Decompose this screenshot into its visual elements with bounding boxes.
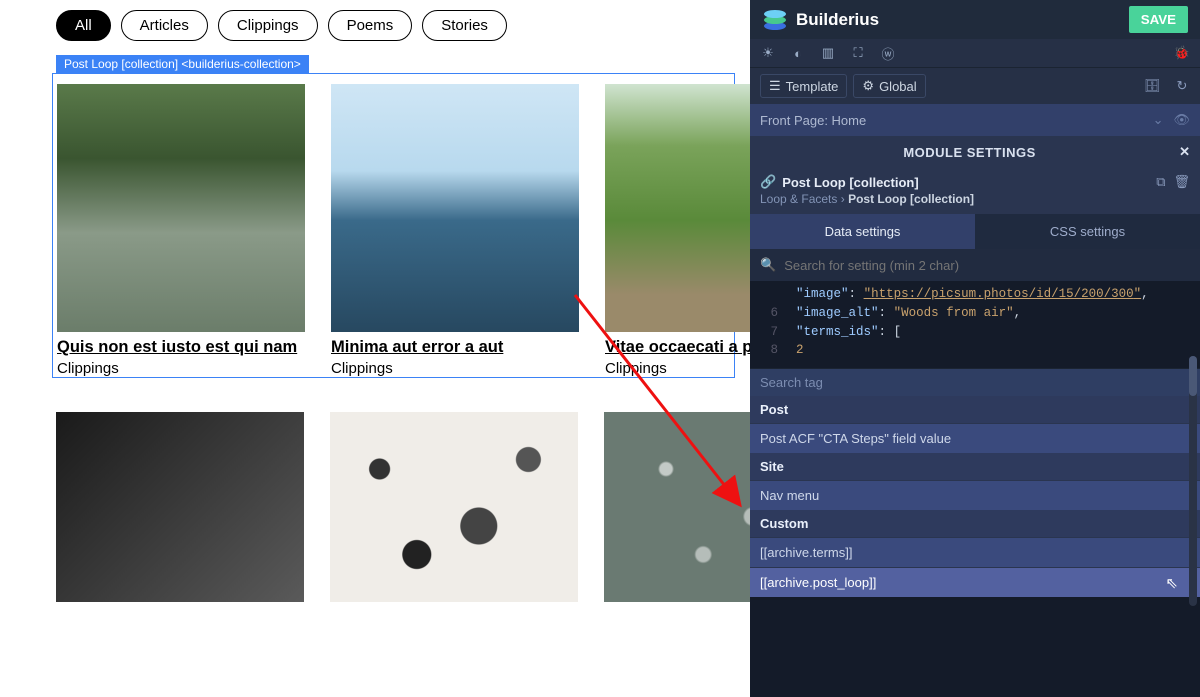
cursor-icon: ⇖: [1165, 574, 1178, 592]
post-category: Clippings: [57, 360, 305, 377]
sun-icon[interactable]: ☀: [760, 45, 776, 61]
link-icon: 🔗: [760, 174, 776, 190]
dropdown-item[interactable]: Nav menu: [750, 480, 1200, 510]
tab-data-settings[interactable]: Data settings: [750, 214, 975, 249]
sidebar-panel: Builderius SAVE ☀ ◐ ▥ ⛶ ⓦ 🐞 ☰ Template ⚙…: [750, 0, 1200, 614]
filter-articles[interactable]: Articles: [121, 10, 208, 41]
filter-clippings[interactable]: Clippings: [218, 10, 318, 41]
dropdown-item[interactable]: [[archive.terms]]: [750, 537, 1200, 567]
template-button[interactable]: ☰ Template: [760, 74, 847, 98]
contrast-icon[interactable]: ◐: [790, 45, 806, 61]
close-icon[interactable]: ✕: [1179, 144, 1190, 160]
filter-pills: All Articles Clippings Poems Stories: [56, 10, 735, 41]
list-icon: ☰: [769, 78, 781, 94]
gear-icon: ⚙: [862, 78, 874, 94]
global-button[interactable]: ⚙ Global: [853, 74, 925, 98]
module-name: Post Loop [collection]: [782, 175, 919, 190]
filter-all[interactable]: All: [56, 10, 111, 41]
trash-icon[interactable]: 🗑: [1173, 174, 1190, 190]
post-category: Clippings: [331, 360, 579, 377]
eye-icon[interactable]: 👁: [1173, 112, 1190, 128]
dropdown-item[interactable]: Post ACF "CTA Steps" field value: [750, 423, 1200, 453]
page-name: Front Page: Home: [760, 113, 866, 128]
panel-title: MODULE SETTINGS: [760, 145, 1179, 160]
group-header: Site: [750, 453, 1200, 480]
filter-stories[interactable]: Stories: [422, 10, 507, 41]
post-image[interactable]: [330, 412, 578, 602]
tag-search-input[interactable]: Search tag: [750, 368, 1200, 396]
chevron-down-icon[interactable]: ⌄: [1153, 112, 1164, 128]
history-icon[interactable]: ↻: [1174, 78, 1190, 94]
post-image[interactable]: [331, 84, 579, 332]
expand-icon[interactable]: ⛶: [850, 45, 866, 61]
brand-name: Builderius: [796, 10, 879, 30]
scrollbar[interactable]: [1189, 356, 1197, 606]
breadcrumb: Loop & Facets › Post Loop [collection]: [760, 192, 1190, 206]
selection-tag: Post Loop [collection] <builderius-colle…: [56, 55, 309, 73]
tag-dropdown: Post Post ACF "CTA Steps" field value Si…: [750, 396, 1200, 597]
post-loop-collection[interactable]: Quis non est iusto est qui nam Clippings…: [52, 73, 735, 378]
save-button[interactable]: SAVE: [1129, 6, 1188, 33]
search-icon: 🔍: [760, 257, 776, 273]
layout-icon[interactable]: ▥: [820, 45, 836, 61]
builderius-logo-icon: [762, 9, 788, 31]
post-image[interactable]: [57, 84, 305, 332]
bug-icon[interactable]: 🐞: [1174, 45, 1190, 61]
code-editor[interactable]: "image": "https://picsum.photos/id/15/20…: [750, 281, 1200, 368]
post-card[interactable]: Quis non est iusto est qui nam Clippings: [57, 84, 305, 377]
post-title[interactable]: Minima aut error a aut: [331, 338, 579, 358]
settings-search-input[interactable]: [784, 258, 1190, 273]
database-icon[interactable]: 🗄: [1144, 78, 1160, 94]
group-header: Post: [750, 396, 1200, 423]
copy-icon[interactable]: ⧉: [1156, 174, 1165, 190]
post-image[interactable]: [56, 412, 304, 602]
post-title[interactable]: Quis non est iusto est qui nam: [57, 338, 305, 358]
post-card[interactable]: Minima aut error a aut Clippings: [331, 84, 579, 377]
tab-css-settings[interactable]: CSS settings: [975, 214, 1200, 249]
group-header: Custom: [750, 510, 1200, 537]
dropdown-item-highlighted[interactable]: [[archive.post_loop]] ⇖: [750, 567, 1200, 597]
filter-poems[interactable]: Poems: [328, 10, 413, 41]
wordpress-icon[interactable]: ⓦ: [880, 45, 896, 61]
